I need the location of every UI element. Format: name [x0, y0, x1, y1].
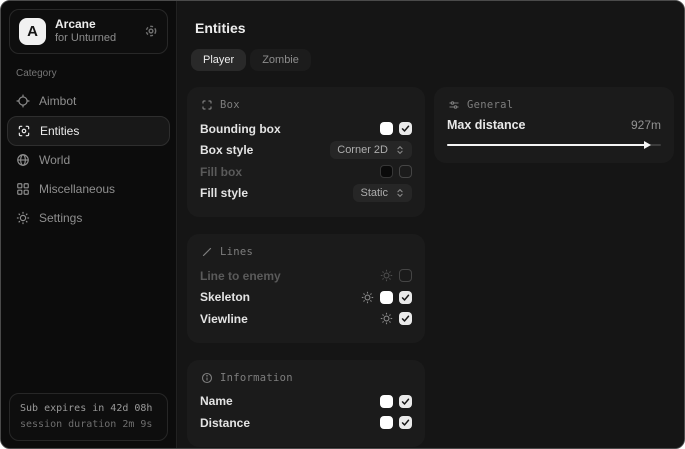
app-subtitle: for Unturned	[55, 32, 116, 46]
setting-row-fill-box: Fill box	[200, 161, 412, 183]
card-title: Information	[220, 372, 293, 384]
line-icon	[201, 246, 213, 258]
checkbox-unchecked[interactable]	[399, 165, 412, 178]
sidebar-item-label: Aimbot	[39, 94, 76, 108]
chevrons-up-down-icon	[395, 188, 405, 198]
sidebar-item-world[interactable]: World	[1, 146, 176, 175]
slider-thumb-arrow-icon[interactable]	[644, 141, 651, 149]
fill-style-select[interactable]: Static	[353, 184, 412, 202]
sidebar-item-label: World	[39, 153, 70, 167]
information-card: Information Name Distance	[187, 360, 425, 447]
entity-tabs: Player Zombie	[191, 49, 684, 71]
checkbox-checked[interactable]	[399, 395, 412, 408]
grid-icon	[16, 182, 30, 196]
sidebar-item-settings[interactable]: Settings	[1, 204, 176, 233]
tab-player[interactable]: Player	[191, 49, 246, 71]
color-swatch[interactable]	[380, 395, 393, 408]
sub-expires-text: Sub expires in 42d 08h	[20, 401, 157, 417]
max-distance-value: 927m	[631, 118, 661, 132]
sidebar-item-label: Settings	[39, 211, 82, 225]
bounding-box-icon	[201, 99, 213, 111]
globe-icon	[16, 153, 30, 167]
setting-row-max-distance: Max distance 927m	[447, 118, 661, 132]
brand-text: Arcane for Unturned	[55, 17, 116, 46]
setting-row-skeleton: Skeleton	[200, 287, 412, 309]
gear-icon[interactable]	[380, 269, 393, 282]
info-icon	[201, 372, 213, 384]
checkbox-checked[interactable]	[399, 291, 412, 304]
setting-row-bounding-box: Bounding box	[200, 118, 412, 140]
checkbox-checked[interactable]	[399, 122, 412, 135]
checkbox-unchecked[interactable]	[399, 269, 412, 282]
sidebar-item-label: Miscellaneous	[39, 182, 115, 196]
setting-label: Name	[200, 394, 233, 408]
arcane-window: A Arcane for Unturned Category	[0, 0, 685, 449]
gear-icon	[16, 211, 30, 225]
sync-icon[interactable]	[144, 24, 158, 38]
setting-label: Fill box	[200, 165, 242, 179]
card-title: General	[467, 99, 513, 111]
setting-row-distance: Distance	[200, 412, 412, 434]
setting-label: Distance	[200, 416, 250, 430]
card-title: Lines	[220, 246, 253, 258]
sliders-icon	[448, 99, 460, 111]
tab-zombie[interactable]: Zombie	[250, 49, 311, 71]
color-swatch[interactable]	[380, 416, 393, 429]
setting-label: Skeleton	[200, 290, 250, 304]
subscription-info-box: Sub expires in 42d 08h session duration …	[9, 393, 168, 441]
main-panel: Entities Player Zombie Box	[178, 1, 684, 448]
session-duration-text: session duration 2m 9s	[20, 417, 157, 433]
sidebar-nav: Aimbot Entities	[1, 87, 176, 233]
select-value: Corner 2D	[337, 144, 388, 156]
checkbox-checked[interactable]	[399, 312, 412, 325]
page-title: Entities	[195, 20, 684, 36]
slider-fill	[447, 144, 646, 146]
gear-icon[interactable]	[380, 312, 393, 325]
gear-icon[interactable]	[361, 291, 374, 304]
color-swatch[interactable]	[380, 122, 393, 135]
category-label: Category	[16, 68, 176, 79]
sidebar-item-entities[interactable]: Entities	[7, 116, 170, 146]
sidebar-item-label: Entities	[40, 124, 79, 138]
setting-row-viewline: Viewline	[200, 308, 412, 330]
lines-card: Lines Line to enemy Skeleton	[187, 234, 425, 343]
color-swatch[interactable]	[380, 291, 393, 304]
box-card: Box Bounding box Box style	[187, 87, 425, 217]
app-name: Arcane	[55, 17, 116, 32]
setting-row-line-to-enemy: Line to enemy	[200, 265, 412, 287]
setting-label: Box style	[200, 143, 253, 157]
crosshair-icon	[16, 94, 30, 108]
sidebar-item-aimbot[interactable]: Aimbot	[1, 87, 176, 116]
setting-row-fill-style: Fill style Static	[200, 183, 412, 205]
setting-label: Viewline	[200, 312, 248, 326]
setting-label: Bounding box	[200, 122, 281, 136]
setting-label: Fill style	[200, 186, 248, 200]
setting-row-name: Name	[200, 391, 412, 413]
setting-label: Line to enemy	[200, 269, 281, 283]
general-card: General Max distance 927m	[434, 87, 674, 163]
color-swatch[interactable]	[380, 165, 393, 178]
sidebar-item-miscellaneous[interactable]: Miscellaneous	[1, 175, 176, 204]
card-title: Box	[220, 99, 240, 111]
setting-label: Max distance	[447, 118, 526, 132]
brand-card: A Arcane for Unturned	[9, 9, 168, 54]
setting-row-box-style: Box style Corner 2D	[200, 140, 412, 162]
select-value: Static	[360, 187, 388, 199]
app-logo: A	[19, 18, 46, 45]
sidebar: A Arcane for Unturned Category	[1, 1, 177, 448]
max-distance-slider[interactable]	[447, 140, 661, 150]
chevrons-up-down-icon	[395, 145, 405, 155]
scan-icon	[17, 124, 31, 138]
checkbox-checked[interactable]	[399, 416, 412, 429]
box-style-select[interactable]: Corner 2D	[330, 141, 412, 159]
